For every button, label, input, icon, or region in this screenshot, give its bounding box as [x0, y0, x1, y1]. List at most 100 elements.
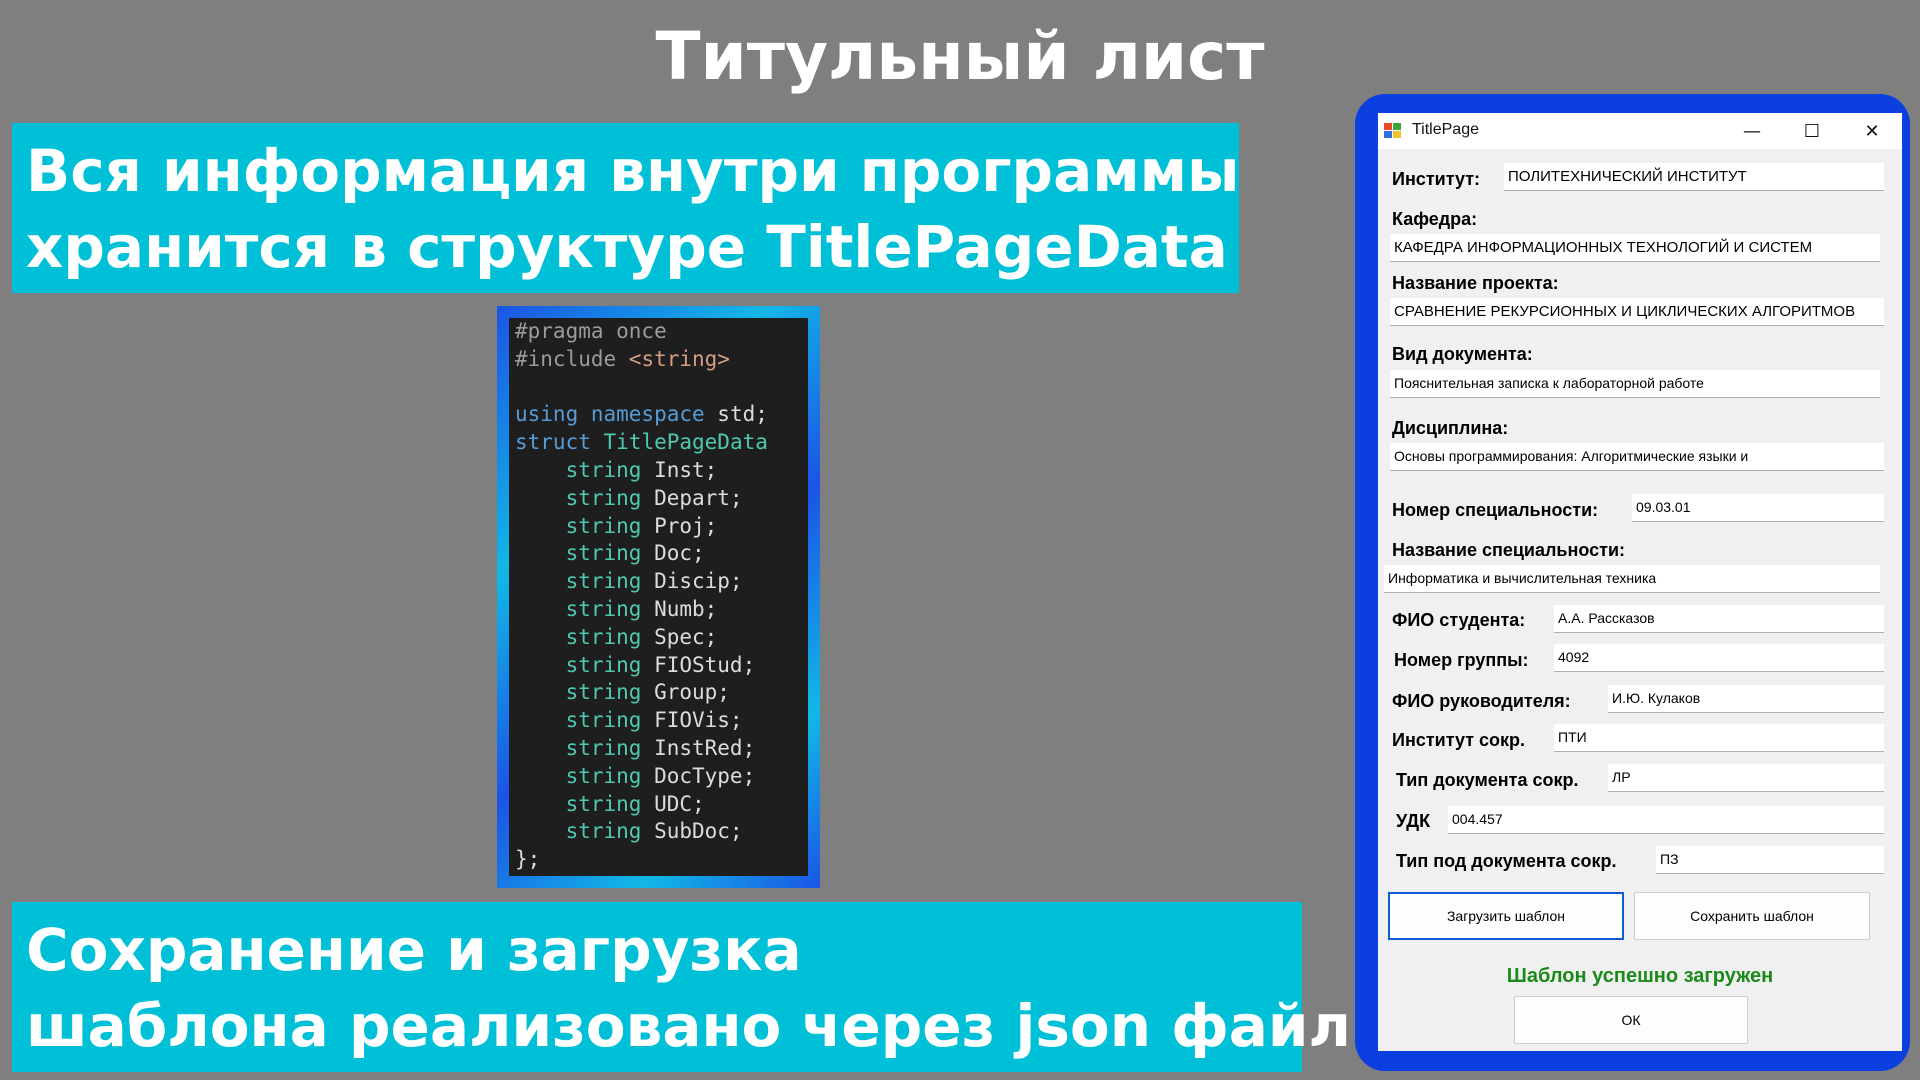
info-banner-bottom: Сохранение и загрузка шаблона реализован… [12, 902, 1352, 1072]
code-snippet: #pragma once #include <string> using name… [509, 318, 808, 876]
student-field[interactable]: А.А. Рассказов [1554, 605, 1884, 633]
ok-button[interactable]: ОК [1514, 996, 1748, 1044]
code-token: string [515, 735, 655, 760]
supervisor-field[interactable]: И.Ю. Кулаков [1608, 685, 1884, 713]
code-token: TitlePageData [603, 430, 768, 455]
code-line: string Inst; [515, 457, 808, 485]
doc-type-short-field[interactable]: ЛР [1608, 764, 1884, 792]
code-line: string Depart; [515, 485, 808, 513]
code-line: }; [515, 846, 808, 874]
discipline-label: Дисциплина: [1392, 418, 1509, 438]
udc-field[interactable]: 004.457 [1448, 806, 1884, 834]
code-line: #pragma once [515, 318, 808, 346]
code-token: Spec; [654, 624, 718, 649]
close-button[interactable]: ✕ [1842, 113, 1902, 149]
banner-top-line-1: Вся информация внутри программы [26, 137, 1240, 205]
code-line: string InstRed; [515, 735, 808, 763]
code-token: FIOStud; [654, 652, 756, 677]
spec-number-field[interactable]: 09.03.01 [1632, 494, 1884, 522]
code-snippet-frame: #pragma once #include <string> using name… [497, 306, 820, 888]
code-token: #include [515, 346, 629, 371]
maximize-icon: ☐ [1803, 120, 1821, 142]
department-field[interactable]: КАФЕДРА ИНФОРМАЦИОННЫХ ТЕХНОЛОГИЙ И СИСТ… [1390, 234, 1880, 262]
code-line: string SubDoc; [515, 818, 808, 846]
project-field[interactable]: СРАВНЕНИЕ РЕКУРСИОННЫХ И ЦИКЛИЧЕСКИХ АЛГ… [1390, 298, 1884, 326]
code-token: Proj; [654, 513, 718, 538]
code-token: FIOVis; [654, 708, 743, 733]
group-label: Номер группы: [1394, 650, 1529, 670]
code-token: string [515, 485, 655, 510]
banner-bottom-line-2: шаблона реализовано через json файл [26, 992, 1352, 1060]
code-token: string [515, 791, 655, 816]
code-token: Inst; [654, 457, 718, 482]
code-token: struct [515, 430, 604, 455]
code-line: struct TitlePageData [515, 429, 808, 457]
code-token: }; [515, 847, 541, 872]
doc-type-short-label: Тип документа сокр. [1396, 770, 1579, 790]
code-token: Group; [654, 680, 730, 705]
institute-short-field[interactable]: ПТИ [1554, 724, 1884, 752]
code-token: #pragma once [515, 319, 667, 343]
code-line: string Spec; [515, 624, 808, 652]
code-token: Doc; [654, 541, 705, 566]
subdoc-short-field[interactable]: ПЗ [1656, 846, 1884, 874]
code-line: string Proj; [515, 513, 808, 541]
code-token: DocType; [654, 763, 756, 788]
code-token: string [515, 513, 655, 538]
supervisor-label: ФИО руководителя: [1392, 691, 1571, 711]
code-token: Numb; [654, 596, 718, 621]
code-token: std; [717, 402, 768, 427]
code-token: string [515, 624, 655, 649]
code-token: namespace [590, 402, 718, 427]
code-line: string Discip; [515, 568, 808, 596]
maximize-button[interactable]: ☐ [1782, 113, 1842, 149]
code-line: string Group; [515, 679, 808, 707]
spec-name-label: Название специальности: [1392, 540, 1626, 560]
status-message: Шаблон успешно загружен [1506, 965, 1774, 987]
institute-short-label: Институт сокр. [1392, 730, 1526, 750]
project-label: Название проекта: [1392, 273, 1559, 293]
subdoc-short-label: Тип под документа сокр. [1396, 851, 1617, 871]
code-token: UDC; [654, 791, 705, 816]
app-icon [1384, 123, 1401, 138]
code-token: string [515, 680, 655, 705]
banner-bottom-line-1: Сохранение и загрузка [26, 916, 802, 984]
window-title: TitlePage [1412, 121, 1479, 138]
code-token: string [515, 569, 655, 594]
code-token: string [515, 457, 655, 482]
institute-field[interactable]: ПОЛИТЕХНИЧЕСКИЙ ИНСТИТУТ [1504, 163, 1884, 191]
code-line: using namespace std; [515, 401, 808, 429]
close-icon: ✕ [1864, 120, 1880, 142]
code-line: string Doc; [515, 540, 808, 568]
doc-type-label: Вид документа: [1392, 344, 1533, 364]
code-line: string DocType; [515, 763, 808, 791]
spec-number-label: Номер специальности: [1392, 500, 1599, 520]
save-template-button[interactable]: Сохранить шаблон [1634, 892, 1870, 940]
code-token: InstRed; [654, 735, 756, 760]
doc-type-field[interactable]: Пояснительная записка к лабораторной раб… [1390, 370, 1880, 398]
code-line: string FIOVis; [515, 707, 808, 735]
code-token: Discip; [654, 569, 743, 594]
department-label: Кафедра: [1392, 209, 1478, 229]
code-token: <string> [628, 346, 730, 371]
code-token: string [515, 819, 655, 844]
code-line: #include <string> [515, 346, 808, 374]
window-titlebar[interactable]: TitlePage — ☐ ✕ [1378, 113, 1902, 149]
minimize-button[interactable]: — [1722, 113, 1782, 149]
load-template-button[interactable]: Загрузить шаблон [1388, 892, 1624, 940]
code-token: string [515, 652, 655, 677]
code-line: string FIOStud; [515, 652, 808, 680]
udc-label: УДК [1396, 811, 1431, 831]
code-token: string [515, 708, 655, 733]
spec-name-field[interactable]: Информатика и вычислительная техника [1384, 565, 1880, 593]
discipline-field[interactable]: Основы программирования: Алгоритмические… [1390, 443, 1884, 471]
titlepage-window: TitlePage — ☐ ✕ Институт: ПОЛИТЕХНИЧЕСКИ… [1378, 113, 1902, 1051]
code-token: Depart; [654, 485, 743, 510]
minimize-icon: — [1743, 120, 1761, 142]
slide-title: Титульный лист [655, 18, 1265, 95]
group-field[interactable]: 4092 [1554, 644, 1884, 672]
institute-label: Институт: [1392, 169, 1481, 189]
code-line: string Numb; [515, 596, 808, 624]
info-banner-top: Вся информация внутри программы хранится… [12, 123, 1239, 293]
